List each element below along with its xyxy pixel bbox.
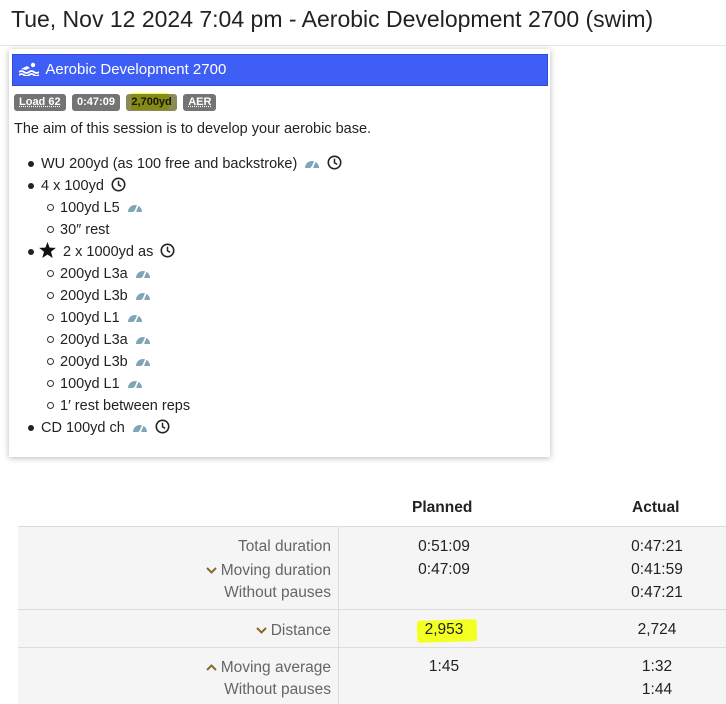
sub-bullet (47, 226, 54, 233)
distance-actual: 2,724 (637, 621, 677, 638)
gauge-icon[interactable] (127, 375, 143, 397)
sub-bullet (47, 358, 54, 365)
gauge-icon[interactable] (135, 331, 151, 353)
without-pauses-actual: 0:47:21 (631, 584, 683, 601)
bullet (28, 183, 34, 189)
gauge-icon[interactable] (135, 353, 151, 375)
step-text: 100yd L1 (60, 376, 120, 392)
load-badge[interactable]: Load 62 (14, 94, 66, 111)
page-header: Tue, Nov 12 2024 7:04 pm - Aerobic Devel… (0, 0, 726, 46)
clock-icon[interactable] (155, 419, 170, 441)
distance-section: Distance 2,953 2,724 (18, 609, 726, 647)
sub-bullet (47, 380, 54, 387)
list-item: 4 x 100yd (26, 175, 126, 197)
list-item: 100yd L1 (45, 307, 143, 329)
gauge-icon[interactable] (127, 309, 143, 331)
clock-icon[interactable] (327, 155, 342, 177)
distance-planned: 2,953 (424, 621, 464, 638)
actual-header: Actual (632, 499, 680, 516)
avg-without-pauses-label: Without pauses (224, 681, 331, 698)
list-item: 200yd L3b (45, 285, 151, 307)
star-icon (39, 242, 56, 265)
duration-section: Total duration 0:51:09 0:47:21 Moving du… (18, 526, 726, 609)
list-item: 200yd L3a (45, 329, 151, 351)
moving-duration-actual: 0:41:59 (631, 561, 683, 578)
stats-table: Planned Actual Total duration 0:51:09 0:… (18, 490, 726, 704)
highlighted-value: 2,953 (416, 619, 477, 643)
step-text: 200yd L3b (60, 354, 128, 370)
gauge-icon[interactable] (135, 265, 151, 287)
list-item: 1′ rest between reps (45, 395, 190, 417)
step-text: 100yd L1 (60, 310, 120, 326)
distance-planned-cell: 2,953 (384, 619, 504, 643)
chevron-down-icon (255, 621, 267, 639)
column-divider (338, 527, 339, 609)
list-item: CD 100yd ch (26, 417, 170, 439)
avg-without-pauses-actual: 1:44 (641, 681, 673, 698)
sub-bullet (47, 336, 54, 343)
gauge-icon[interactable] (127, 199, 143, 221)
step-text: 4 x 100yd (41, 178, 104, 194)
step-text: 200yd L3b (60, 288, 128, 304)
swimmer-icon (18, 57, 40, 87)
bullet (28, 249, 34, 255)
list-item: 200yd L3b (45, 351, 151, 373)
moving-duration-toggle[interactable]: Moving duration (205, 561, 331, 580)
sub-bullet (47, 314, 54, 321)
list-item: WU 200yd (as 100 free and backstroke) (26, 153, 342, 175)
distance-label: Distance (270, 622, 331, 639)
column-divider (338, 610, 339, 647)
clock-icon[interactable] (111, 177, 126, 199)
distance-toggle[interactable]: Distance (255, 621, 331, 640)
planned-header: Planned (412, 499, 473, 516)
sub-bullet (47, 292, 54, 299)
chevron-down-icon (205, 561, 217, 579)
step-text: 2 x 1000yd as (63, 244, 154, 260)
highlight-marker (131, 93, 170, 110)
moving-average-planned: 1:45 (428, 658, 460, 675)
sub-bullet (47, 204, 54, 211)
step-text: 30″ rest (60, 222, 110, 238)
column-divider (338, 648, 339, 704)
bullet (28, 425, 34, 431)
sub-bullet (47, 270, 54, 277)
without-pauses-label: Without pauses (224, 584, 331, 601)
workout-header[interactable]: Aerobic Development 2700 (12, 54, 548, 86)
average-section: Moving average 1:45 1:32 Without pauses … (18, 647, 726, 704)
total-duration-actual: 0:47:21 (631, 538, 683, 555)
moving-duration-planned: 0:47:09 (418, 561, 470, 578)
list-item: 2 x 1000yd as (26, 241, 175, 263)
step-text: 200yd L3a (60, 266, 128, 282)
list-item: 200yd L3a (45, 263, 151, 285)
moving-average-toggle[interactable]: Moving average (205, 658, 331, 677)
bullet (28, 161, 34, 167)
chevron-up-icon (205, 658, 217, 676)
badge-row: Load 62 0:47:09 2,700yd AER (14, 93, 218, 112)
list-item: 30″ rest (45, 219, 109, 241)
moving-average-actual: 1:32 (641, 658, 673, 675)
distance-badge-wrap: 2,700yd (126, 93, 177, 112)
clock-icon[interactable] (160, 243, 175, 265)
duration-badge: 0:47:09 (72, 94, 120, 111)
moving-duration-label: Moving duration (220, 562, 331, 579)
total-duration-label: Total duration (237, 538, 331, 555)
gauge-icon[interactable] (304, 155, 320, 177)
sub-bullet (47, 402, 54, 409)
step-text: 200yd L3a (60, 332, 128, 348)
type-badge[interactable]: AER (183, 94, 217, 111)
session-aim: The aim of this session is to develop yo… (14, 121, 372, 137)
step-text: 100yd L5 (60, 200, 120, 216)
list-item: 100yd L5 (45, 197, 143, 219)
page-title: Tue, Nov 12 2024 7:04 pm - Aerobic Devel… (11, 6, 654, 32)
workout-card: Aerobic Development 2700 Load 62 0:47:09… (9, 49, 550, 457)
step-text: CD 100yd ch (41, 420, 125, 436)
step-text: WU 200yd (as 100 free and backstroke) (41, 156, 298, 172)
moving-average-label: Moving average (220, 659, 331, 676)
workout-header-title: Aerobic Development 2700 (45, 61, 227, 78)
total-duration-planned: 0:51:09 (418, 538, 470, 555)
step-text: 1′ rest between reps (60, 398, 191, 414)
gauge-icon[interactable] (132, 419, 148, 441)
gauge-icon[interactable] (135, 287, 151, 309)
list-item: 100yd L1 (45, 373, 143, 395)
